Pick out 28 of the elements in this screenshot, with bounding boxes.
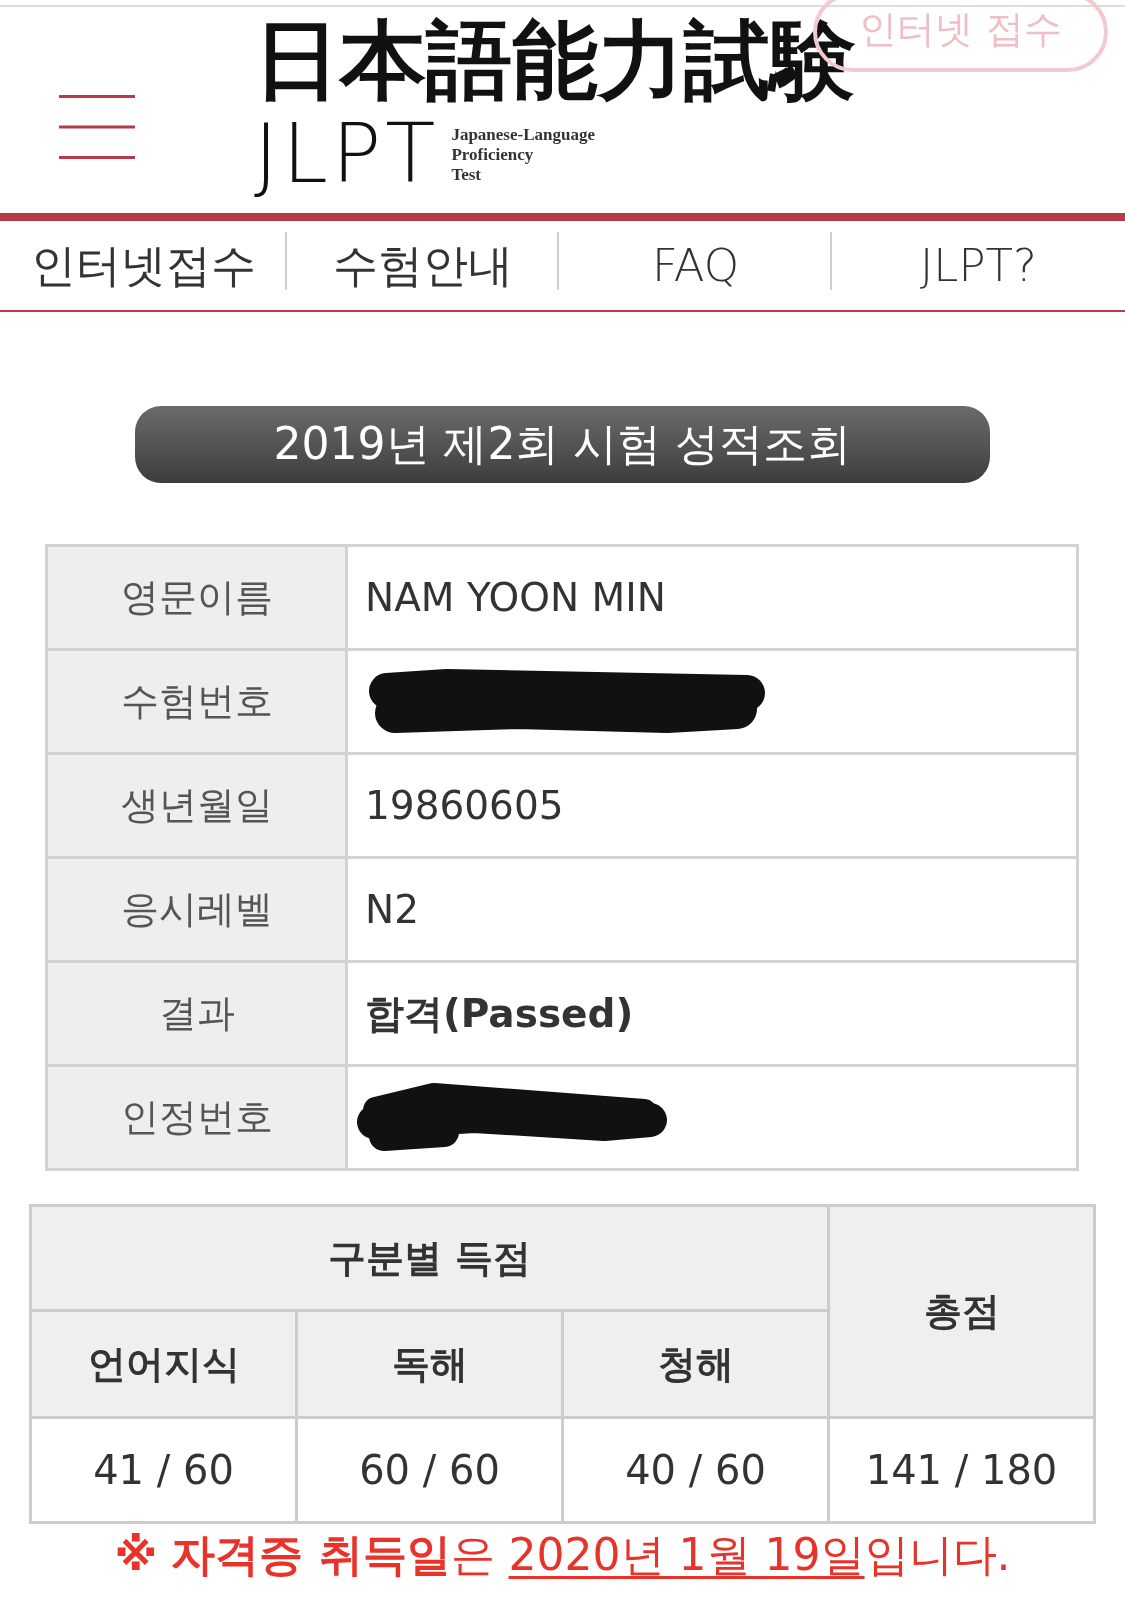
score-cell: 40 / 60: [562, 1417, 829, 1523]
score-cell: 141 / 180: [828, 1417, 1095, 1523]
row-label-cell: 수험번호: [48, 651, 348, 752]
score-cell: 60 / 60: [296, 1417, 563, 1523]
row-label-cell: 영문이름: [48, 547, 348, 648]
row-label-cell: 인정번호: [48, 1067, 348, 1168]
row-label-cell: 결과: [48, 963, 348, 1064]
value-cell-text: 19860605: [364, 782, 565, 830]
nav-tab[interactable]: 수험안내: [287, 221, 559, 310]
value-cell-text: NAM YOON MIN: [364, 574, 667, 622]
nav-tab[interactable]: 인터넷접수: [0, 221, 287, 310]
logo-acronym: JLPT: [254, 113, 440, 195]
column-header-cell: 청해: [562, 1310, 829, 1418]
column-header-cell: 총점: [828, 1205, 1095, 1418]
value-cell-text: 합격(Passed): [364, 989, 635, 1038]
row-label-cell: 응시레벨: [48, 859, 348, 960]
column-header-cell: 언어지식: [30, 1310, 297, 1418]
nav-tab[interactable]: FAQ: [559, 221, 832, 310]
logo-subtitle: Japanese-Language Proficiency Test: [451, 125, 595, 185]
notice-text: ※ 자격증 취득일은 2020년 1월 19일입니다.: [113, 1528, 1012, 1582]
nav-tab[interactable]: JLPT?: [832, 221, 1125, 310]
title-banner: 2019년 제2회 시험 성적조회: [135, 406, 990, 483]
column-header-cell: 독해: [296, 1310, 563, 1418]
row-label-cell: 생년월일: [48, 755, 348, 856]
score-cell: 41 / 60: [30, 1417, 297, 1523]
column-header-cell: 구분별 득점: [30, 1205, 829, 1311]
menu-icon[interactable]: [59, 95, 135, 159]
value-cell-text: N2: [364, 886, 420, 934]
